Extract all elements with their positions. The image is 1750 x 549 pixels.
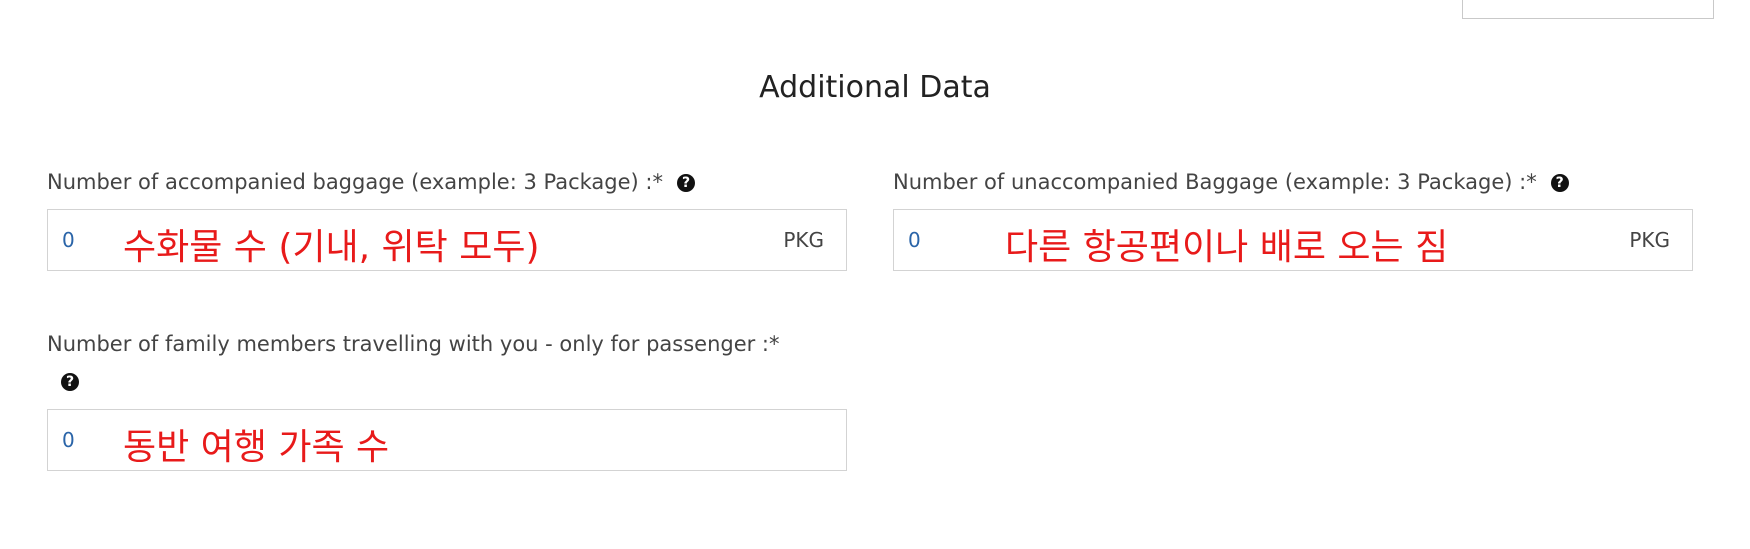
question-circle-icon[interactable]: ?	[677, 174, 695, 192]
accompanied-baggage-value: 0	[62, 228, 75, 252]
unaccompanied-baggage-value: 0	[908, 228, 921, 252]
unaccompanied-baggage-annotation: 다른 항공편이나 배로 오는 짐	[1005, 227, 1449, 268]
accompanied-baggage-annotation: 수화물 수 (기내, 위탁 모두)	[123, 227, 540, 268]
accompanied-baggage-unit: PKG	[783, 228, 824, 252]
family-members-value: 0	[62, 428, 75, 452]
family-members-label: Number of family members travelling with…	[47, 332, 780, 356]
unaccompanied-baggage-label: Number of unaccompanied Baggage (example…	[893, 170, 1569, 194]
section-title: Additional Data	[759, 70, 991, 105]
top-input-box[interactable]	[1462, 0, 1714, 19]
family-members-annotation: 동반 여행 가족 수	[123, 427, 390, 468]
family-members-help: ?	[61, 371, 79, 391]
unaccompanied-baggage-label-text: Number of unaccompanied Baggage (example…	[893, 170, 1537, 194]
question-circle-icon[interactable]: ?	[61, 372, 79, 391]
accompanied-baggage-label: Number of accompanied baggage (example: …	[47, 170, 695, 194]
unaccompanied-baggage-unit: PKG	[1629, 228, 1670, 252]
question-circle-icon[interactable]: ?	[1550, 174, 1569, 192]
accompanied-baggage-label-text: Number of accompanied baggage (example: …	[47, 170, 663, 194]
